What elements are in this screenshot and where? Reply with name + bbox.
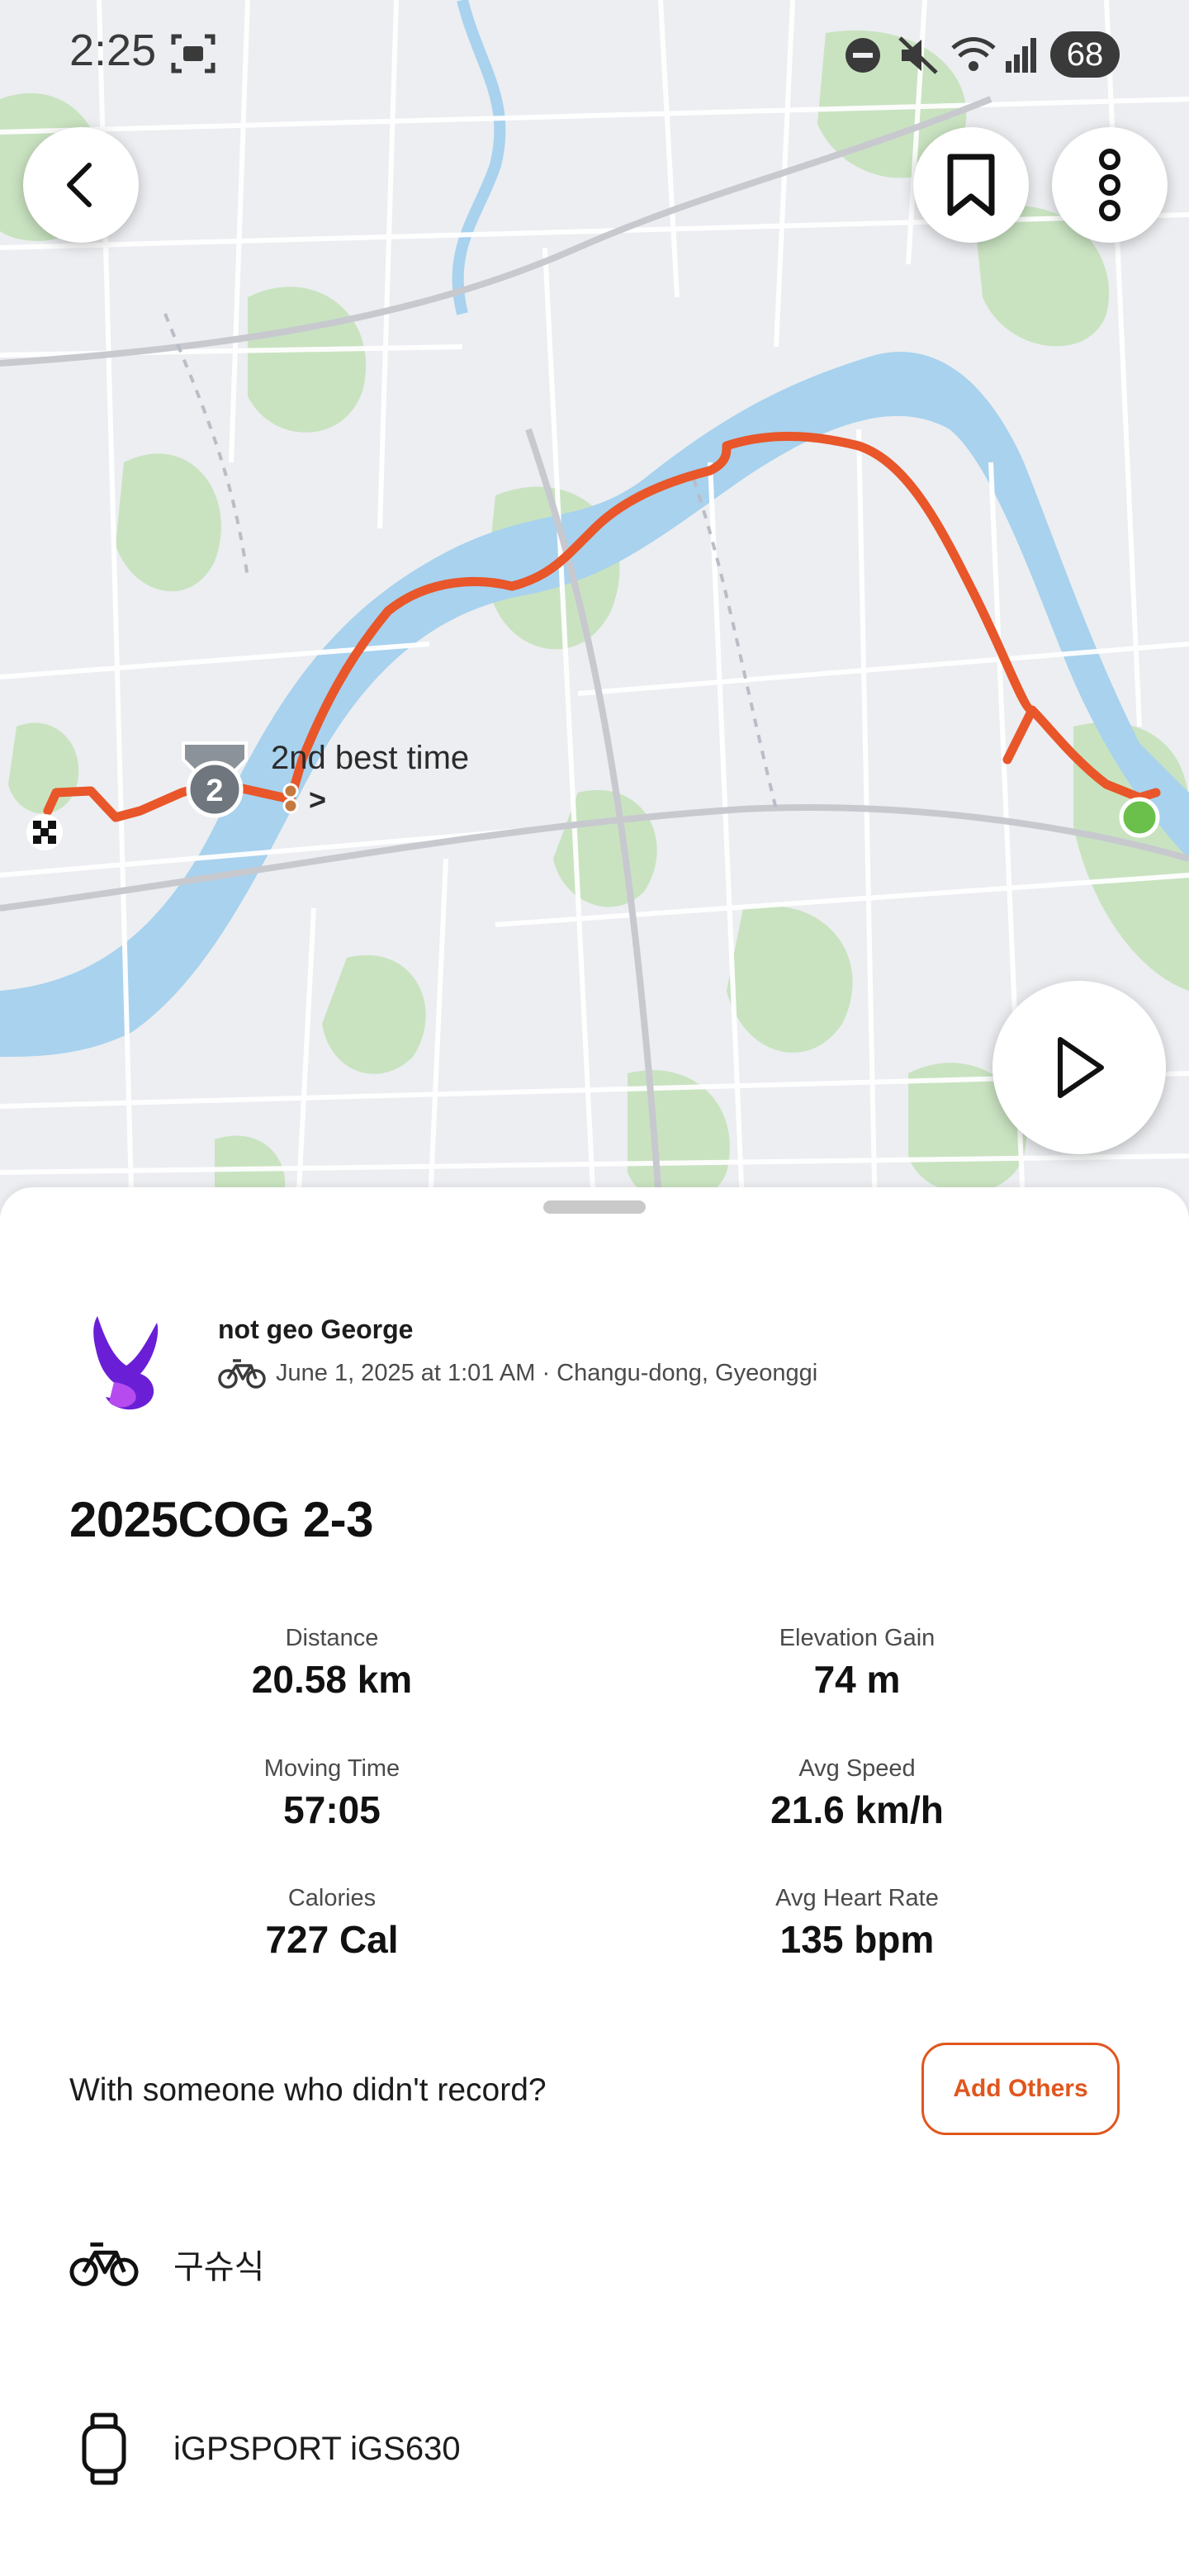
with-others-prompt: With someone who didn't record?	[69, 2072, 547, 2108]
back-button[interactable]	[23, 127, 139, 243]
finish-flag-icon	[26, 814, 63, 850]
stat-value: 135 bpm	[779, 1918, 935, 1961]
add-others-button[interactable]: Add Others	[921, 2043, 1120, 2135]
activity-date-location: June 1, 2025 at 1:01 AM · Changu-dong, G…	[276, 1359, 818, 1386]
play-flyover-button[interactable]	[992, 981, 1166, 1154]
stat-value: 74 m	[813, 1658, 901, 1701]
start-marker	[1119, 797, 1160, 838]
more-vertical-icon	[1099, 149, 1120, 221]
gear-label: iGPSPORT iGS630	[173, 2430, 461, 2467]
stat-label: Avg Speed	[798, 1755, 916, 1782]
athlete-name[interactable]: not geo George	[218, 1314, 413, 1345]
stat-moving-time: Moving Time 57:05	[126, 1755, 538, 1832]
stat-label: Avg Heart Rate	[775, 1885, 939, 1911]
stat-value: 727 Cal	[265, 1918, 399, 1961]
gear-row-bike[interactable]: 구슈식	[69, 2223, 1143, 2305]
activity-title: 2025COG 2-3	[69, 1492, 374, 1547]
stat-label: Moving Time	[263, 1755, 400, 1782]
gear-row-device[interactable]: iGPSPORT iGS630	[69, 2408, 1143, 2490]
more-options-button[interactable]	[1052, 127, 1168, 243]
achievement-chevron[interactable]: >	[309, 783, 326, 817]
stat-value: 57:05	[283, 1788, 381, 1831]
stat-value: 21.6 km/h	[770, 1788, 944, 1831]
watch-icon	[69, 2413, 139, 2485]
route-map[interactable]: 2 2nd best time > 2:25 68	[0, 0, 1189, 1222]
dnd-icon	[846, 38, 880, 73]
battery-indicator: 68	[1050, 31, 1120, 78]
drag-handle[interactable]	[543, 1200, 646, 1214]
stat-elevation-gain: Elevation Gain 74 m	[651, 1625, 1063, 1702]
stat-avg-speed: Avg Speed 21.6 km/h	[651, 1755, 1063, 1832]
medal-icon: 2	[182, 741, 248, 818]
achievement-label[interactable]: 2nd best time	[271, 740, 469, 777]
athlete-avatar[interactable]	[81, 1308, 172, 1415]
status-time: 2:25	[69, 26, 157, 75]
stat-label: Elevation Gain	[779, 1625, 936, 1651]
screenshot-icon	[171, 34, 216, 73]
gear-label: 구슈식	[173, 2249, 265, 2285]
mute-icon	[898, 36, 938, 74]
stat-label: Distance	[285, 1625, 379, 1651]
activity-meta: June 1, 2025 at 1:01 AM · Changu-dong, G…	[218, 1357, 817, 1389]
bookmark-button[interactable]	[913, 127, 1029, 243]
bike-icon	[218, 1359, 266, 1389]
stat-value: 20.58 km	[251, 1658, 413, 1701]
play-icon	[1058, 1037, 1104, 1098]
stat-distance: Distance 20.58 km	[126, 1625, 538, 1702]
bookmark-icon	[947, 154, 995, 216]
wifi-icon	[951, 37, 996, 71]
signal-icon	[1006, 38, 1036, 73]
stat-avg-heart-rate: Avg Heart Rate 135 bpm	[651, 1885, 1063, 1962]
activity-sheet: not geo George June 1, 2025 at 1:01 AM ·…	[0, 1187, 1189, 2576]
stat-label: Calories	[287, 1885, 377, 1911]
bike-icon	[69, 2229, 139, 2299]
status-bar: 2:25 68	[0, 0, 1189, 107]
back-arrow-icon	[67, 163, 92, 207]
stat-calories: Calories 727 Cal	[126, 1885, 538, 1962]
medal-rank: 2	[206, 774, 223, 808]
